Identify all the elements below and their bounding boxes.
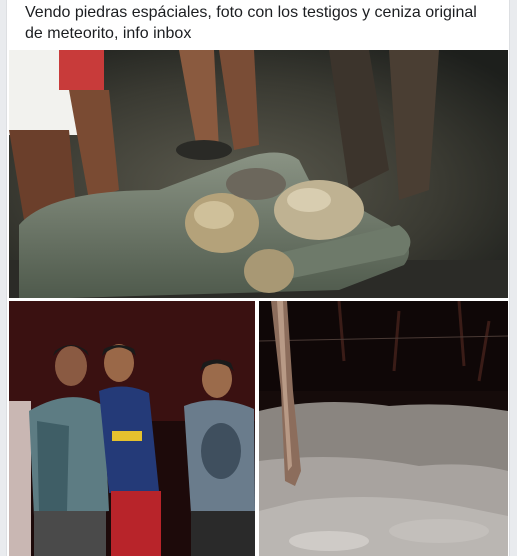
post-message: Vendo piedras espáciales, foto con los t… [25,4,477,42]
burnt-ground-photo[interactable] [259,301,508,556]
post-card: Vendo piedras espáciales, foto con los t… [6,0,510,556]
hand-holding-stones-photo[interactable] [9,50,508,298]
group-of-witnesses-photo[interactable] [9,301,255,556]
